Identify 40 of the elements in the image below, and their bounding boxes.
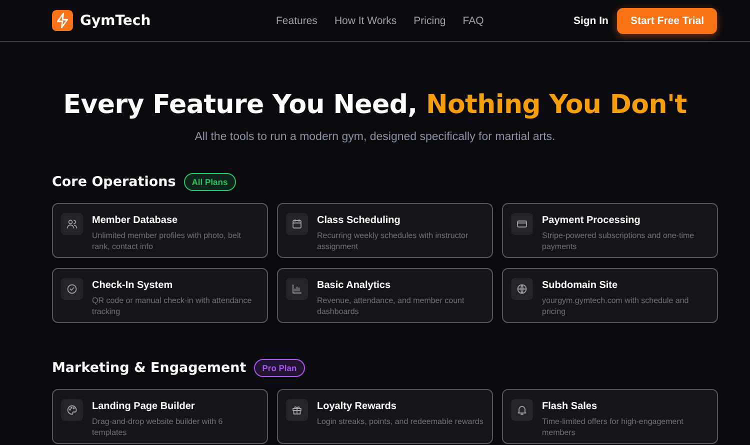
gift-icon (291, 404, 303, 416)
feature-description: Unlimited member profiles with photo, belt rank, contact info (92, 230, 242, 252)
nav-link[interactable]: Features (276, 14, 318, 26)
feature-description: Revenue, attendance, and member count dashboards (317, 295, 466, 317)
bar-chart-icon (291, 283, 303, 295)
feature-description: Drag-and-drop website builder with 6 templates (92, 416, 224, 438)
sign-in-link[interactable]: Sign In (573, 14, 608, 26)
bell-icon (516, 404, 528, 416)
feature-description: QR code or manual check-in with attendance tracking (92, 295, 253, 317)
check-circle-icon (66, 283, 78, 295)
feature-title: Payment Processing (542, 215, 642, 226)
feature-title: Basic Analytics (317, 280, 392, 291)
feature-description: Stripe-powered subscriptions and one-time payments (542, 230, 696, 252)
feature-title: Member Database (92, 215, 179, 226)
section-title: Marketing & Engagement (52, 360, 246, 376)
feature-title: Subdomain Site (542, 280, 619, 291)
plan-badge: Pro Plan (254, 359, 305, 377)
hero-title: Every Feature You Need, Nothing You Don't (62, 90, 688, 120)
nav-link[interactable]: Pricing (414, 14, 446, 26)
lightning-logo-icon (52, 10, 73, 31)
feature-title: Check-In System (92, 280, 174, 291)
credit-card-icon (516, 218, 528, 230)
plan-badge: All Plans (184, 173, 236, 191)
feature-title: Loyalty Rewards (317, 401, 398, 412)
nav-link[interactable]: How It Works (334, 14, 397, 26)
feature-title: Landing Page Builder (92, 401, 196, 412)
globe-icon (516, 283, 528, 295)
users-icon (66, 218, 78, 230)
palette-icon (66, 404, 78, 416)
nav-link[interactable]: FAQ (462, 14, 484, 26)
feature-description: Time-limited offers for high-engagement members (542, 416, 684, 438)
hero-subtitle: All the tools to run a modern gym, designed specifically for martial arts. (194, 131, 556, 143)
feature-description: Login streaks, points, and redeemable rewards (317, 416, 484, 427)
section-title: Core Operations (52, 174, 176, 190)
calendar-icon (291, 218, 303, 230)
brand-name: GymTech (80, 12, 151, 28)
feature-description: Recurring weekly schedules with instructor assignment (317, 230, 470, 252)
feature-title: Flash Sales (542, 401, 598, 412)
feature-description: yourgym.gymtech.com with schedule and pricing (542, 295, 690, 317)
feature-title: Class Scheduling (317, 215, 402, 226)
